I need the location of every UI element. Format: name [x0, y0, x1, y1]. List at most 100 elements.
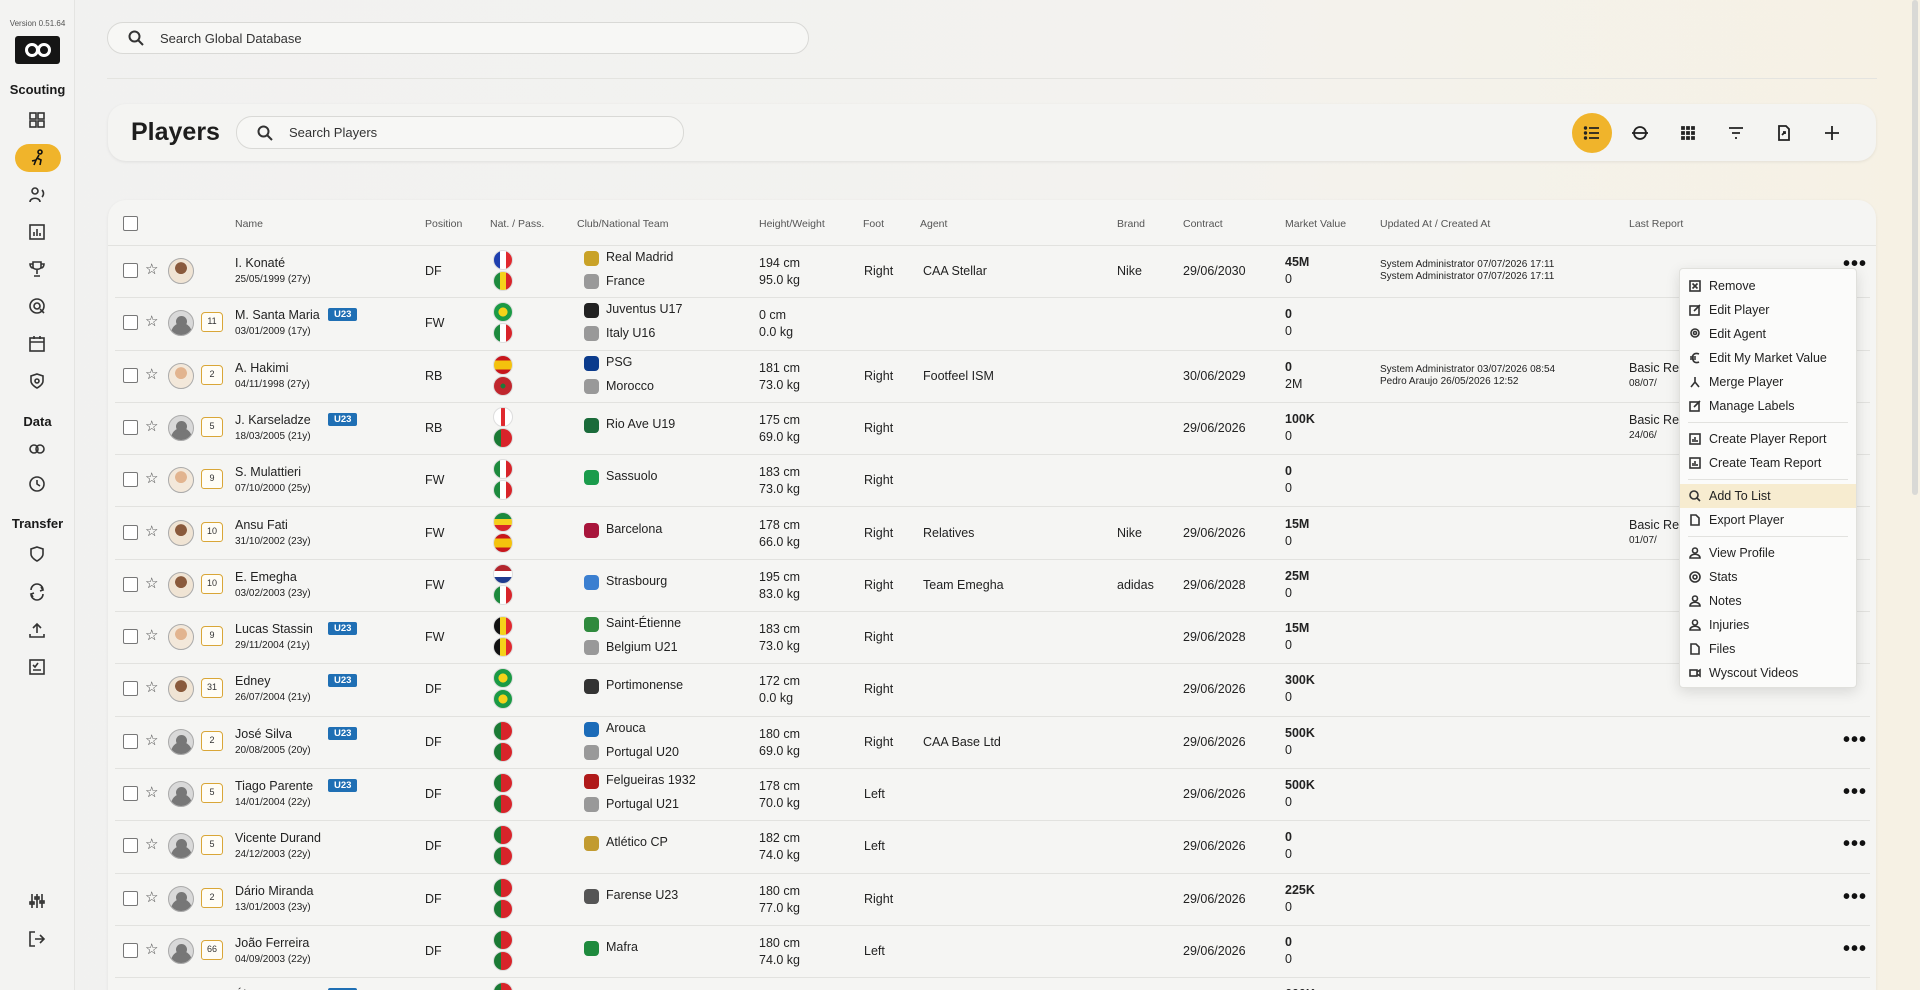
row-checkbox[interactable]: [123, 681, 138, 697]
row-checkbox[interactable]: [123, 786, 138, 801]
table-row[interactable]: ☆ 2 Dário Miranda 13/01/2003 (23y) DF Farense…: [115, 874, 1870, 926]
col-position[interactable]: Position: [425, 218, 462, 230]
col-club[interactable]: Club/National Team: [577, 218, 668, 230]
favorite-star-icon[interactable]: ☆: [145, 940, 158, 958]
table-row[interactable]: ☆ 2 A. Hakimi 04/11/1998 (27y) RB PSG Morocco 1…: [115, 351, 1870, 403]
club-name[interactable]: Mafra: [606, 940, 638, 954]
player-name[interactable]: S. Mulattieri: [235, 465, 301, 479]
col-agent[interactable]: Agent: [920, 218, 947, 230]
national-team-name[interactable]: Portugal U20: [606, 745, 679, 759]
history-icon[interactable]: [22, 470, 52, 498]
table-row[interactable]: ☆20Álvaro SantosU23RBPenafiel0 cmRight29…: [115, 978, 1870, 990]
player-name[interactable]: José Silva: [235, 727, 292, 741]
table-row[interactable]: ☆ 9 S. Mulattieri 07/10/2000 (25y) FW Sassuol…: [115, 455, 1870, 508]
favorite-star-icon[interactable]: ☆: [145, 888, 158, 906]
table-row[interactable]: ☆ 10 Ansu Fati 31/10/2002 (23y) FW Barcelona 1…: [115, 508, 1870, 560]
col-height-weight[interactable]: Height/Weight: [759, 218, 825, 230]
favorite-star-icon[interactable]: ☆: [145, 260, 158, 278]
club-name[interactable]: Strasbourg: [606, 574, 667, 588]
settings-sliders-icon[interactable]: [22, 887, 52, 915]
filter-button[interactable]: [1716, 113, 1756, 153]
menu-item-merge-player[interactable]: Merge Player: [1680, 370, 1856, 394]
favorite-star-icon[interactable]: ☆: [145, 678, 158, 696]
club-name[interactable]: Saint-Étienne: [606, 616, 681, 630]
club-name[interactable]: PSG: [606, 355, 632, 369]
menu-item-notes[interactable]: Notes: [1680, 589, 1856, 613]
favorite-star-icon[interactable]: ☆: [145, 365, 158, 383]
row-checkbox[interactable]: [123, 942, 138, 958]
menu-item-wyscout-videos[interactable]: Wyscout Videos: [1680, 661, 1856, 685]
player-name[interactable]: Tiago Parente: [235, 779, 313, 793]
menu-item-manage-labels[interactable]: Manage Labels: [1680, 394, 1856, 418]
club-name[interactable]: Arouca: [606, 721, 646, 735]
checklist-icon[interactable]: [22, 653, 52, 681]
more-actions-icon[interactable]: •••: [1841, 939, 1869, 964]
favorite-star-icon[interactable]: ☆: [145, 731, 158, 749]
col-updated[interactable]: Updated At / Created At: [1380, 218, 1490, 230]
favorite-star-icon[interactable]: ☆: [145, 469, 158, 487]
row-checkbox[interactable]: [123, 315, 138, 331]
player-name[interactable]: Edney: [235, 674, 270, 688]
row-checkbox[interactable]: [123, 838, 138, 854]
menu-item-edit-player[interactable]: Edit Player: [1680, 298, 1856, 322]
player-name[interactable]: A. Hakimi: [235, 361, 288, 375]
row-checkbox[interactable]: [123, 367, 138, 383]
players-search-input[interactable]: Search Players: [236, 116, 684, 149]
col-foot[interactable]: Foot: [863, 218, 884, 230]
col-market-value[interactable]: Market Value: [1285, 218, 1346, 230]
more-actions-icon[interactable]: •••: [1841, 730, 1869, 755]
pitch-view-button[interactable]: [1620, 113, 1660, 153]
reports-icon[interactable]: [22, 218, 52, 246]
favorite-star-icon[interactable]: ☆: [145, 417, 158, 435]
tracking-icon[interactable]: [22, 292, 52, 320]
col-nationality[interactable]: Nat. / Pass.: [490, 218, 544, 230]
col-last-report[interactable]: Last Report: [1629, 218, 1683, 230]
menu-item-create-player-report[interactable]: Create Player Report: [1680, 427, 1856, 451]
col-brand[interactable]: Brand: [1117, 218, 1145, 230]
scouts-icon[interactable]: [22, 181, 52, 209]
favorite-star-icon[interactable]: ☆: [145, 835, 158, 853]
menu-item-create-team-report[interactable]: Create Team Report: [1680, 451, 1856, 475]
table-row[interactable]: ☆ 66 João Ferreira 04/09/2003 (22y) DF Mafra 1…: [115, 926, 1870, 979]
table-row[interactable]: ☆ 5 J. Karseladze 18/03/2005 (21y) U23 RB Rio …: [115, 403, 1870, 456]
table-row[interactable]: ☆ 10 E. Emegha 03/02/2003 (23y) FW Strasbourg…: [115, 560, 1870, 613]
export-button[interactable]: [1764, 113, 1804, 153]
table-row[interactable]: ☆ 31 Edney 26/07/2004 (21y) U23 DF Portimonens…: [115, 664, 1870, 717]
player-name[interactable]: E. Emegha: [235, 570, 297, 584]
players-icon[interactable]: [15, 144, 61, 172]
row-checkbox[interactable]: [123, 576, 138, 592]
national-team-name[interactable]: France: [606, 274, 645, 288]
club-name[interactable]: Rio Ave U19: [606, 417, 675, 431]
transfer-shield-icon[interactable]: [22, 540, 52, 568]
club-name[interactable]: Atlético CP: [606, 835, 668, 849]
national-team-name[interactable]: Belgium U21: [606, 640, 678, 654]
player-name[interactable]: J. Karseladze: [235, 413, 311, 427]
menu-item-view-profile[interactable]: View Profile: [1680, 541, 1856, 565]
favorite-star-icon[interactable]: ☆: [145, 783, 158, 801]
favorite-star-icon[interactable]: ☆: [145, 522, 158, 540]
last-report-type[interactable]: Basic Re: [1629, 518, 1679, 532]
col-name[interactable]: Name: [235, 218, 263, 230]
row-checkbox[interactable]: [123, 419, 138, 435]
club-name[interactable]: Juventus U17: [606, 302, 682, 316]
player-name[interactable]: Dário Miranda: [235, 884, 314, 898]
player-name[interactable]: Lucas Stassin: [235, 622, 313, 636]
row-checkbox[interactable]: [123, 733, 138, 749]
row-checkbox[interactable]: [123, 890, 138, 906]
menu-item-stats[interactable]: Stats: [1680, 565, 1856, 589]
page-scrollbar[interactable]: [1912, 0, 1918, 495]
table-row[interactable]: ☆ 2 José Silva 20/08/2005 (20y) U23 DF Arouca P…: [115, 717, 1870, 769]
menu-item-injuries[interactable]: Injuries: [1680, 613, 1856, 637]
club-name[interactable]: Barcelona: [606, 522, 662, 536]
national-team-name[interactable]: Portugal U21: [606, 797, 679, 811]
menu-item-remove[interactable]: Remove: [1680, 274, 1856, 298]
player-name[interactable]: João Ferreira: [235, 936, 309, 950]
dashboard-icon[interactable]: [22, 106, 52, 134]
more-actions-icon[interactable]: •••: [1841, 887, 1869, 912]
menu-item-add-to-list[interactable]: Add To List: [1680, 484, 1856, 508]
table-row[interactable]: ☆ 5 Vicente Durand 24/12/2003 (22y) DF Atléti…: [115, 821, 1870, 874]
shield-icon[interactable]: [22, 367, 52, 395]
player-name[interactable]: M. Santa Maria: [235, 308, 320, 322]
club-name[interactable]: Real Madrid: [606, 250, 673, 264]
row-checkbox[interactable]: [123, 524, 138, 540]
